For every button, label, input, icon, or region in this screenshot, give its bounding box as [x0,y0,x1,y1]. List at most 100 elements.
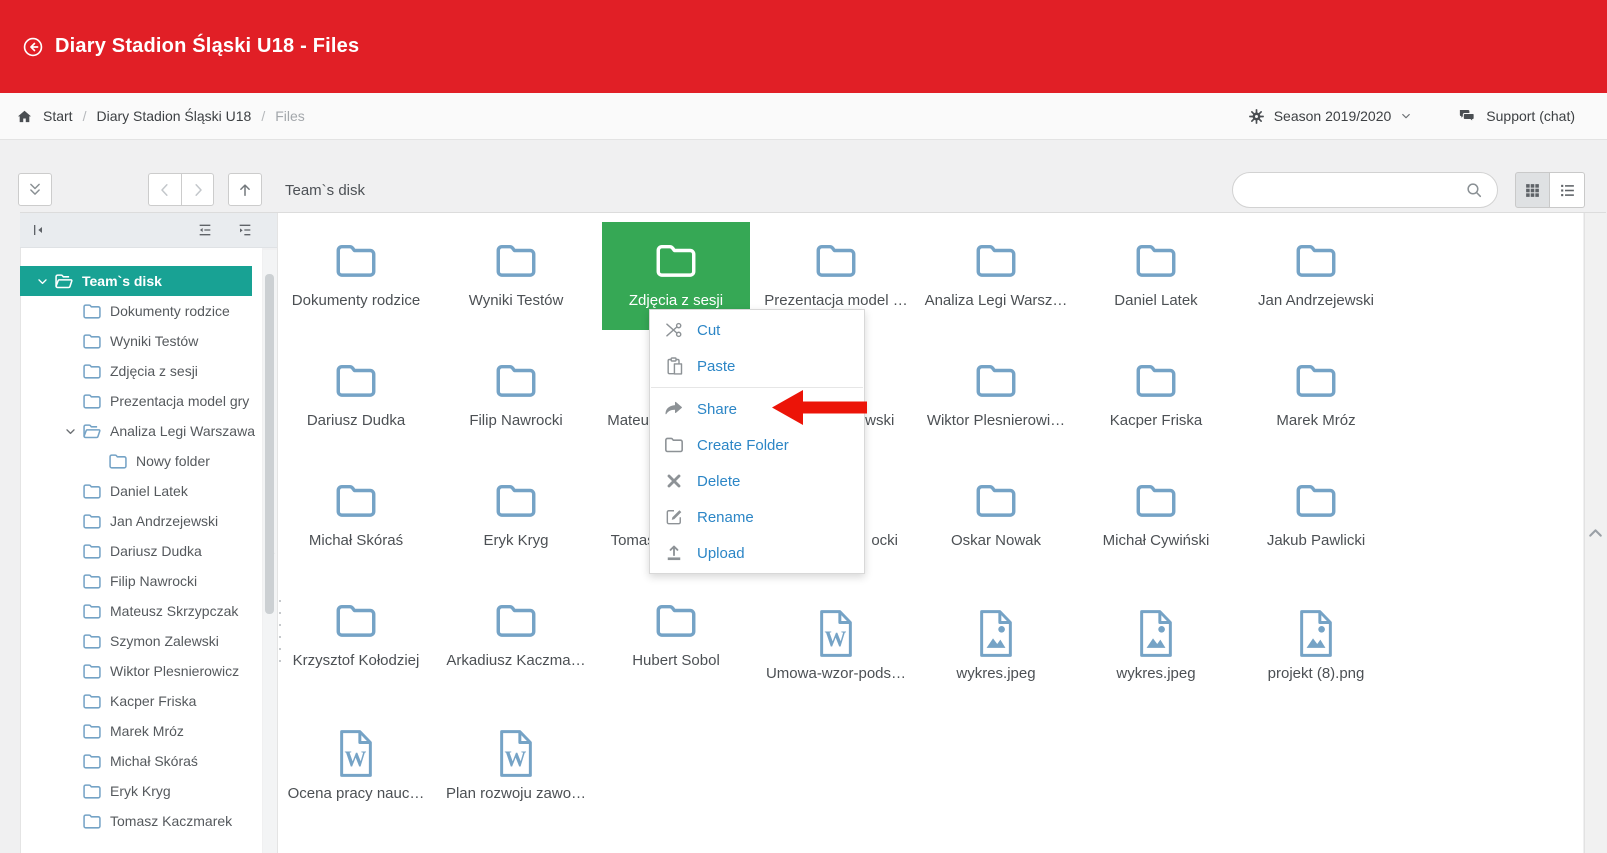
back-icon[interactable] [22,36,44,58]
back-nav-button[interactable] [148,173,181,206]
folder-tile[interactable]: Eryk Kryg [442,462,590,570]
folder-tile[interactable]: Dokumenty rodzice [282,222,430,330]
search-input[interactable] [1247,182,1465,198]
collapse-panel-icon[interactable] [30,222,46,238]
tree-item[interactable]: Zdjęcia z sesji [20,356,252,386]
tree-item[interactable]: Wiktor Plesnierowicz [20,656,252,686]
folder-icon [653,242,699,280]
context-menu-item-upload[interactable]: Upload [650,535,864,571]
folder-tile[interactable]: Krzysztof Kołodziej [282,582,430,690]
tree-item[interactable]: Mateusz Skrzypczak [20,596,252,626]
up-folder-button[interactable] [228,173,262,206]
context-menu-label: Cut [697,322,720,339]
paste-icon [664,356,684,376]
folder-tile[interactable]: Arkadiusz Kaczma… [442,582,590,690]
tile-label: Jan Andrzejewski [1258,293,1374,310]
scroll-up-icon[interactable] [1585,213,1606,853]
tree-item-label: Szymon Zalewski [110,633,219,649]
tree-item[interactable]: Marek Mróz [20,716,252,746]
grid-cell: Marek Mróz [1236,342,1396,462]
folder-tile[interactable]: Analiza Legi Warsz… [922,222,1070,330]
tree-item[interactable]: Eryk Kryg [20,776,252,806]
search-icon[interactable] [1465,181,1483,199]
scrollbar-thumb[interactable] [265,274,274,614]
home-icon[interactable] [16,108,33,125]
tree-item[interactable]: Kacper Friska [20,686,252,716]
sidebar-scrollbar[interactable] [263,250,277,853]
context-menu-item-share[interactable]: Share [650,391,864,427]
file-tile[interactable]: WPlan rozwoju zawo… [442,702,590,810]
folder-tile[interactable]: Wyniki Testów [442,222,590,330]
support-chat-button[interactable]: Support (chat) [1458,107,1575,125]
tree-item[interactable]: Nowy folder [20,446,252,476]
season-selector[interactable]: Season 2019/2020 [1248,108,1413,125]
list-view-button[interactable] [1550,172,1585,208]
expand-all-icon[interactable] [237,222,253,238]
folder-tile[interactable]: Daniel Latek [1082,222,1230,330]
tree-item-label: Eryk Kryg [110,783,171,799]
chevron-down-icon[interactable] [64,425,77,438]
upload-icon [664,543,684,563]
forward-nav-button[interactable] [181,173,214,206]
tree-item[interactable]: Tomasz Kaczmarek [20,806,252,836]
grid-view-button[interactable] [1515,172,1550,208]
file-tile[interactable]: WOcena pracy nauc… [282,702,430,810]
folder-tile[interactable]: Jan Andrzejewski [1242,222,1390,330]
folder-icon [82,483,102,500]
list-view-icon [1559,182,1576,199]
folder-icon [973,242,1019,280]
content-scrollbar[interactable] [1584,213,1606,853]
arrow-up-icon [236,181,254,199]
tree-item-label: Tomasz Kaczmarek [110,813,232,829]
folder-icon [82,543,102,560]
folder-tile[interactable]: Hubert Sobol [602,582,750,690]
folder-icon [333,482,379,520]
context-menu-item-paste[interactable]: Paste [650,348,864,384]
folder-tile[interactable]: Filip Nawrocki [442,342,590,450]
tree-item[interactable]: Szymon Zalewski [20,626,252,656]
folder-tile[interactable]: Michał Cywiński [1082,462,1230,570]
folder-tile[interactable]: Kacper Friska [1082,342,1230,450]
tree-item[interactable]: Dokumenty rodzice [20,296,252,326]
tree-item[interactable]: Dariusz Dudka [20,536,252,566]
file-tile[interactable]: WUmowa-wzor-pods… [762,582,910,690]
folder-icon [653,602,699,640]
collapse-all-icon[interactable] [197,222,213,238]
tree-item[interactable]: Daniel Latek [20,476,252,506]
folder-icon [1133,482,1179,520]
more-actions-button[interactable] [18,173,52,206]
folder-tile[interactable]: Marek Mróz [1242,342,1390,450]
folder-tile[interactable]: Dariusz Dudka [282,342,430,450]
folder-tile[interactable]: Oskar Nowak [922,462,1070,570]
tree-item[interactable]: Filip Nawrocki [20,566,252,596]
breadcrumb-item[interactable]: Start [43,108,73,124]
tree-item[interactable]: Jan Andrzejewski [20,506,252,536]
chevron-down-icon[interactable] [36,275,49,288]
tile-label: Wiktor Plesnierowi… [927,413,1065,430]
context-menu-item-cut[interactable]: Cut [650,312,864,348]
panel-splitter-handle[interactable] [277,598,282,664]
folder-tile[interactable]: Michał Skóraś [282,462,430,570]
tree-item-label: Mateusz Skrzypczak [110,603,238,619]
rename-icon [664,507,684,527]
file-tile[interactable]: projekt (8).png [1242,582,1390,690]
grid-cell: WOcena pracy nauc… [276,702,436,822]
context-menu-item-delete[interactable]: Delete [650,463,864,499]
breadcrumb-item: Files [275,108,305,124]
folder-icon [82,513,102,530]
tree-item[interactable]: Wyniki Testów [20,326,252,356]
context-menu-item-rename[interactable]: Rename [650,499,864,535]
tree-item[interactable]: Prezentacja model gry [20,386,252,416]
file-tile[interactable]: wykres.jpeg [922,582,1070,690]
tile-label: Zdjęcia z sesji [629,293,723,310]
tree-item[interactable]: Team`s disk [20,266,252,296]
file-tile[interactable]: wykres.jpeg [1082,582,1230,690]
folder-tile[interactable]: Jakub Pawlicki [1242,462,1390,570]
app-header: Diary Stadion Śląski U18 - Files [0,0,1607,93]
tile-label: Marek Mróz [1276,413,1355,430]
folder-tile[interactable]: Wiktor Plesnierowi… [922,342,1070,450]
tree-item[interactable]: Analiza Legi Warszawa [20,416,252,446]
breadcrumb-item[interactable]: Diary Stadion Śląski U18 [96,108,251,124]
tree-item[interactable]: Michał Skóraś [20,746,252,776]
context-menu-item-create-folder[interactable]: Create Folder [650,427,864,463]
